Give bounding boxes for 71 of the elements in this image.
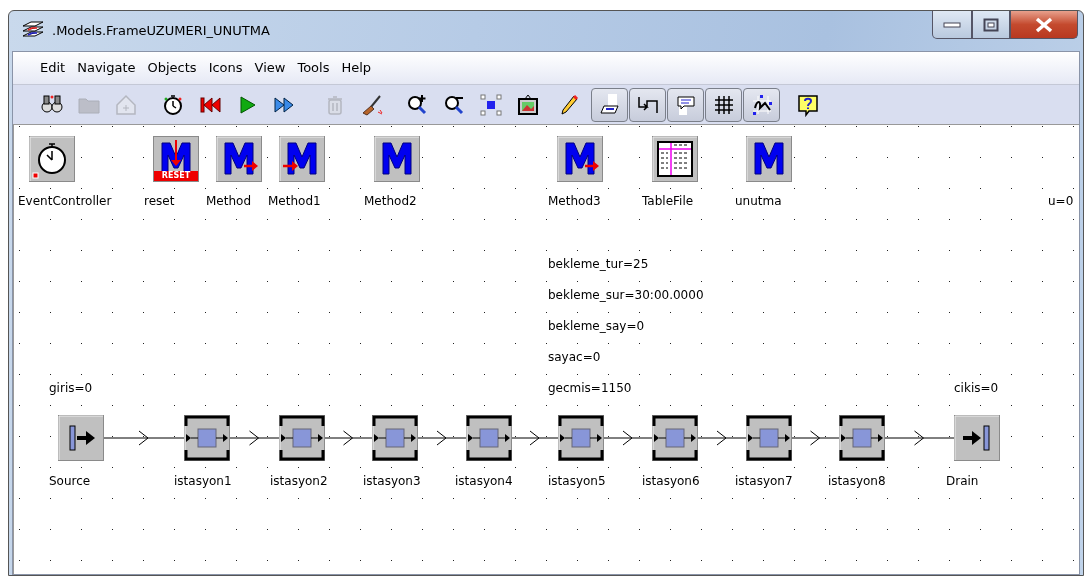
node-label: istasyon7 xyxy=(735,473,793,489)
menu-item[interactable]: Icons xyxy=(203,56,248,80)
variable-label: bekleme_tur=25 xyxy=(548,256,649,272)
node-label: istasyon6 xyxy=(642,473,700,489)
station-icon[interactable] xyxy=(652,415,698,461)
node-label: istasyon5 xyxy=(548,473,606,489)
node-label: Source xyxy=(49,473,91,489)
node-label: istasyon1 xyxy=(174,473,232,489)
method-icon[interactable] xyxy=(216,136,262,182)
variable-label: bekleme_sur=30:00.0000 xyxy=(548,287,704,303)
drain-icon[interactable] xyxy=(954,415,1000,461)
object-label: unutma xyxy=(735,193,782,209)
minimize-icon xyxy=(943,21,961,28)
method-icon[interactable] xyxy=(557,136,603,182)
image-icon xyxy=(516,92,540,117)
station-icon[interactable] xyxy=(372,415,418,461)
menu-item[interactable]: Help xyxy=(336,56,377,80)
station-icon[interactable] xyxy=(466,415,512,461)
toggle-button[interactable] xyxy=(667,87,704,122)
method-icon[interactable] xyxy=(374,136,420,182)
node-label: istasyon2 xyxy=(270,473,328,489)
variable-label: gecmis=1150 xyxy=(548,380,632,396)
node-label: istasyon4 xyxy=(455,473,513,489)
variable-label: cikis=0 xyxy=(954,380,999,396)
screen-icon xyxy=(597,92,622,117)
table-icon[interactable] xyxy=(652,136,698,182)
object-label: Method3 xyxy=(548,193,601,209)
method-icon[interactable] xyxy=(279,136,325,182)
station-icon[interactable] xyxy=(839,415,885,461)
variable-label: u=0 xyxy=(1048,193,1074,209)
help-icon xyxy=(796,92,820,117)
close-icon xyxy=(1034,16,1054,33)
toggle-button[interactable] xyxy=(591,87,628,122)
object-label: Method2 xyxy=(364,193,417,209)
zoom-in-icon xyxy=(405,92,429,117)
toggle-button[interactable] xyxy=(705,87,742,122)
object-label: TableFile xyxy=(642,193,694,209)
stopwatch-icon[interactable] xyxy=(29,136,75,182)
toggle-button[interactable] xyxy=(743,87,780,122)
variable-label: sayac=0 xyxy=(548,349,601,365)
variable-label: bekleme_say=0 xyxy=(548,318,645,334)
method-tile[interactable]: RESET xyxy=(153,136,199,182)
variable-label: giris=0 xyxy=(49,380,93,396)
source-icon[interactable] xyxy=(58,415,104,461)
station-icon[interactable] xyxy=(184,415,230,461)
reset-badge: RESET xyxy=(154,171,198,181)
menu-item[interactable]: Tools xyxy=(292,56,335,80)
menu-item[interactable]: Objects xyxy=(142,56,202,80)
window-title: .Models.FrameUZUMERI_UNUTMA xyxy=(52,22,270,41)
menu-item[interactable]: Navigate xyxy=(72,56,141,80)
node-label: Drain xyxy=(946,473,979,489)
station-icon[interactable] xyxy=(279,415,325,461)
maximize-icon xyxy=(983,17,999,32)
object-label: EventController xyxy=(18,193,112,209)
menu-item[interactable]: Edit xyxy=(35,56,71,80)
maximize-button[interactable] xyxy=(972,11,1010,39)
menu-item[interactable]: View xyxy=(249,56,291,80)
object-label: Method xyxy=(206,193,251,209)
selection-icon xyxy=(479,92,503,117)
station-icon[interactable] xyxy=(746,415,792,461)
node-label: istasyon8 xyxy=(828,473,886,489)
stopwatch-icon xyxy=(161,92,185,117)
object-label: reset xyxy=(144,193,175,209)
object-label: Method1 xyxy=(268,193,321,209)
minimize-button[interactable] xyxy=(932,11,972,39)
station-icon[interactable] xyxy=(558,415,604,461)
toggle-button[interactable] xyxy=(629,87,666,122)
method-icon[interactable] xyxy=(746,136,792,182)
node-label: istasyon3 xyxy=(363,473,421,489)
close-button[interactable] xyxy=(1010,11,1078,39)
home-icon xyxy=(114,92,138,117)
